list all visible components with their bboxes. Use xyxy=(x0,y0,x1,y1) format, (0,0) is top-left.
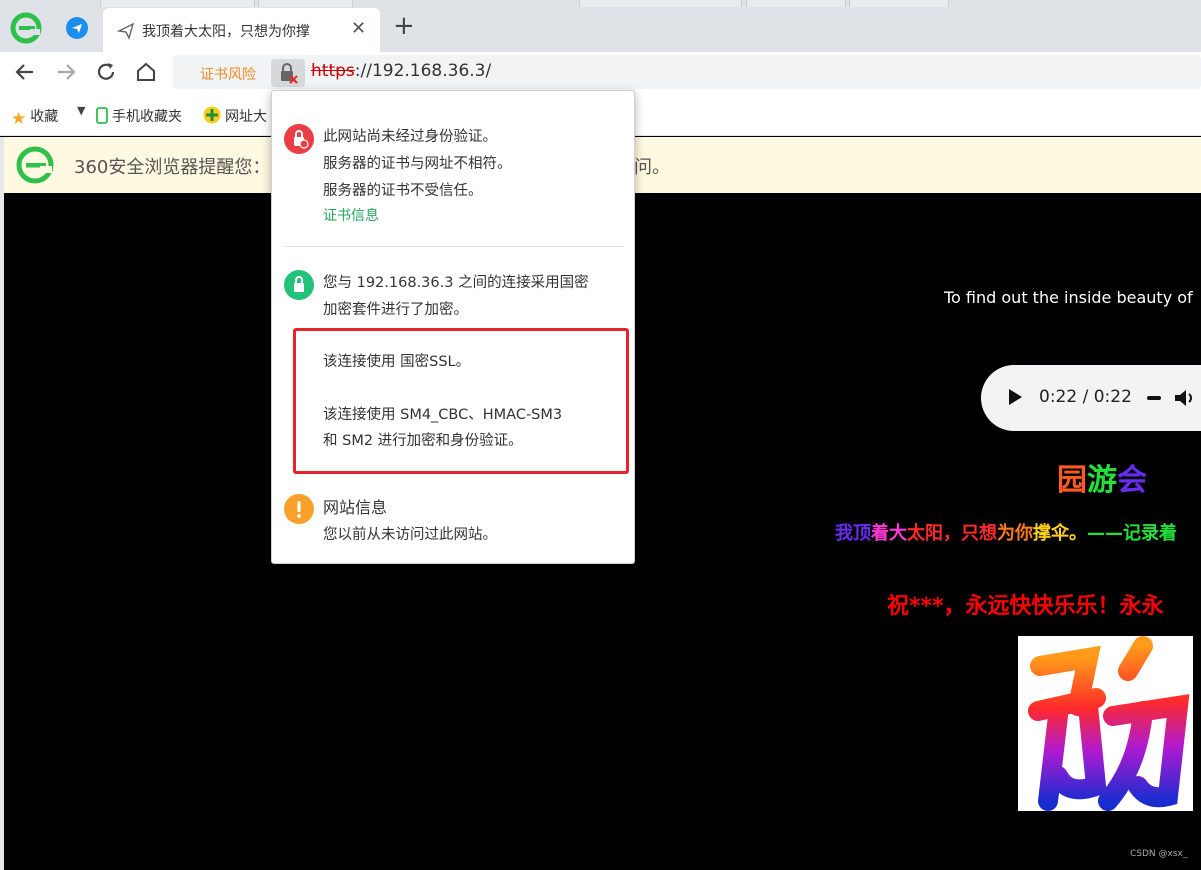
warning-text: 360安全浏览器提醒您： xyxy=(74,157,271,178)
back-icon[interactable] xyxy=(13,60,37,84)
reload-icon[interactable] xyxy=(94,60,118,84)
progress-bar[interactable] xyxy=(1147,396,1161,400)
paper-plane-icon xyxy=(117,22,135,40)
directory-icon xyxy=(203,106,221,128)
site-info-description: 您以前从未访问过此网站。 xyxy=(323,527,497,543)
algorithm-line: 该连接使用 SM4_CBC、HMAC-SM3 xyxy=(323,407,563,423)
encrypted-lock-icon xyxy=(284,270,314,300)
tab-bar: 我顶着大太阳，只想为你撑 ✕ + xyxy=(0,0,1201,52)
cert-risk-label[interactable]: 证书风险 xyxy=(200,64,256,84)
tab-title: 我顶着大太阳，只想为你撑 xyxy=(142,24,310,40)
character-graphic xyxy=(1028,636,1190,811)
tab-stub[interactable] xyxy=(849,0,949,7)
browser-logo-icon[interactable] xyxy=(10,12,42,44)
star-icon: ★ xyxy=(11,109,27,129)
watermark: CSDN @xsx_ xyxy=(1130,849,1188,859)
telegram-icon[interactable] xyxy=(66,17,88,39)
page-tagline: To find out the inside beauty of xyxy=(944,288,1193,307)
encryption-line: 加密套件进行了加密。 xyxy=(323,302,468,318)
rainbow-segment: 为你 xyxy=(997,523,1033,544)
wish-text: 祝***，永远快快乐乐！永永 xyxy=(887,594,1164,619)
play-icon[interactable] xyxy=(1009,389,1022,405)
unverified-line: 服务器的证书与网址不相符。 xyxy=(323,156,512,172)
new-tab-button[interactable]: + xyxy=(393,12,415,40)
info-warning-icon xyxy=(284,494,314,524)
tab-stub[interactable] xyxy=(100,0,255,7)
bookmark-directory[interactable]: 网址大 xyxy=(203,106,267,128)
bookmark-mobile-favorites[interactable]: 手机收藏夹 xyxy=(96,106,182,128)
rainbow-subtitle: 我顶着大太阳，只想为你撑伞。——记录着 xyxy=(835,519,1177,545)
rainbow-segment: 只想 xyxy=(961,523,997,544)
warning-text-tail: 问。 xyxy=(634,157,670,178)
url-scheme: https xyxy=(311,61,355,81)
address-bar[interactable]: 证书风险 https://192.168.36.3/ xyxy=(173,55,1201,89)
rainbow-segment: ——记录着 xyxy=(1087,523,1177,544)
browser-logo-icon xyxy=(16,146,54,184)
certificate-info-link[interactable]: 证书信息 xyxy=(323,205,379,225)
ssl-line: 该连接使用 国密SSL。 xyxy=(323,354,471,370)
navigation-bar: 证书风险 https://192.168.36.3/ xyxy=(0,52,1201,92)
security-info-popup: 此网站尚未经过身份验证。 服务器的证书与网址不相符。 服务器的证书不受信任。 证… xyxy=(271,90,635,564)
page-heading: 园游会 xyxy=(1057,463,1147,498)
audio-player[interactable]: 0:22 / 0:22 xyxy=(981,365,1201,431)
mobile-icon xyxy=(96,107,108,128)
unverified-line: 此网站尚未经过身份验证。 xyxy=(323,129,497,145)
home-icon[interactable] xyxy=(134,60,158,84)
tab-stub[interactable] xyxy=(579,0,742,7)
url-host: ://192.168.36.3/ xyxy=(354,61,492,81)
unverified-line: 服务器的证书不受信任。 xyxy=(323,183,483,199)
tab-stub[interactable] xyxy=(746,0,846,7)
site-info-title: 网站信息 xyxy=(323,498,388,517)
rainbow-segment: 撑伞。 xyxy=(1033,523,1087,544)
url-text[interactable]: https://192.168.36.3/ xyxy=(311,61,491,81)
hero-image xyxy=(1018,636,1193,811)
rainbow-segment: 着大 xyxy=(871,523,907,544)
security-button[interactable] xyxy=(271,59,305,87)
encryption-line: 您与 192.168.36.3 之间的连接采用国密 xyxy=(323,275,589,291)
tab-stub[interactable] xyxy=(258,0,353,7)
broken-lock-icon xyxy=(281,63,298,84)
rainbow-segment: 我顶 xyxy=(835,523,871,544)
divider xyxy=(284,246,624,247)
algorithm-line: 和 SM2 进行加密和身份验证。 xyxy=(323,433,523,449)
favorites-dropdown-icon[interactable]: ▼ xyxy=(77,104,85,117)
rainbow-segment: 太阳， xyxy=(907,523,961,544)
forward-icon[interactable] xyxy=(54,60,78,84)
unverified-lock-icon xyxy=(284,124,314,154)
active-tab[interactable]: 我顶着大太阳，只想为你撑 ✕ xyxy=(103,8,380,52)
volume-icon[interactable] xyxy=(1173,387,1197,409)
tab-close-icon[interactable]: ✕ xyxy=(351,18,366,39)
bookmark-favorites[interactable]: ★ 收藏 xyxy=(11,106,58,129)
audio-time: 0:22 / 0:22 xyxy=(1039,387,1132,407)
